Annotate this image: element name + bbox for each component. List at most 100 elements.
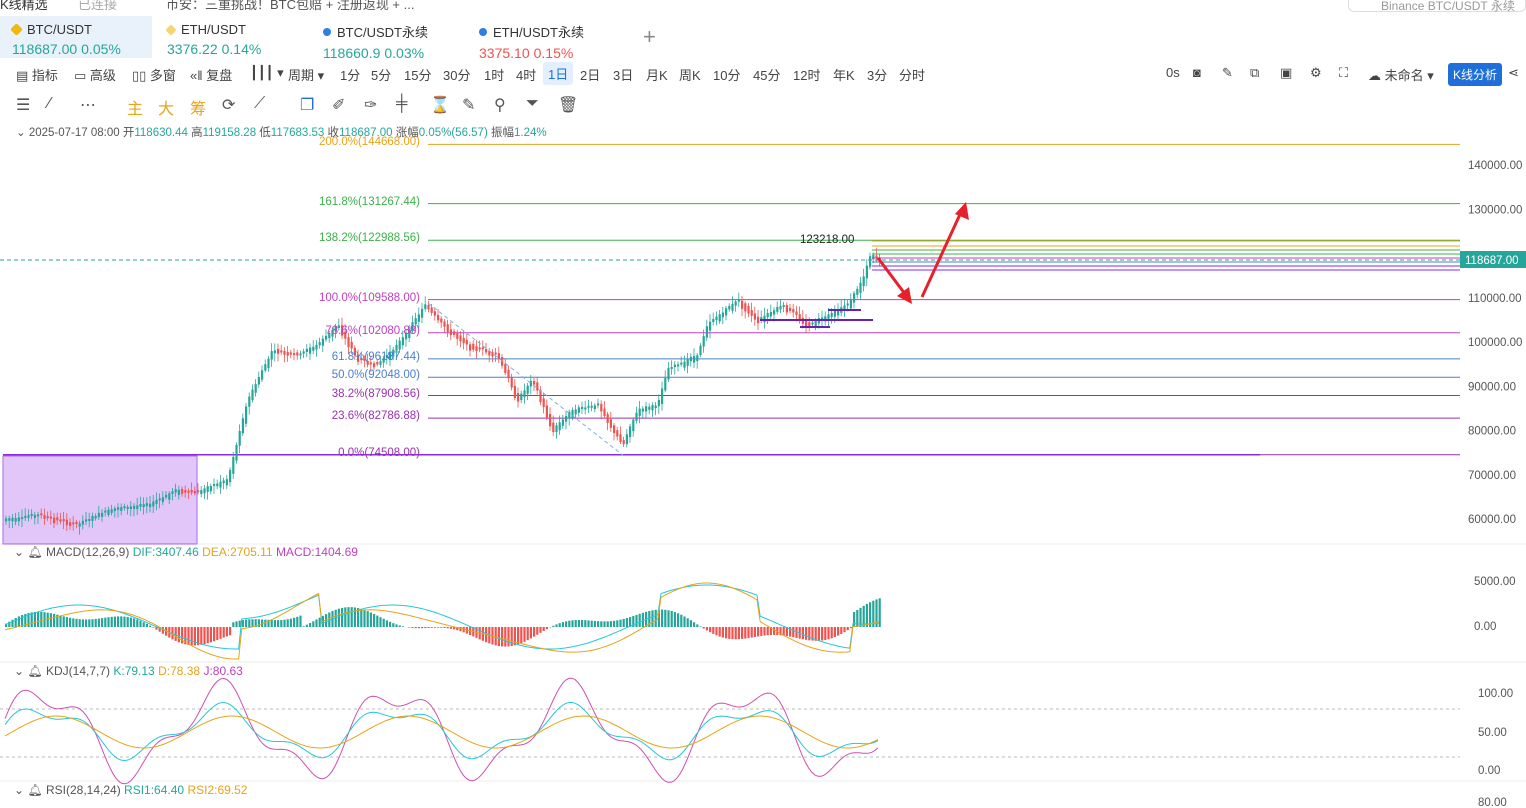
candle[interactable] <box>229 470 232 483</box>
candle[interactable] <box>213 484 216 487</box>
candle[interactable] <box>577 407 580 413</box>
candle[interactable] <box>248 396 251 407</box>
candle[interactable] <box>117 507 120 510</box>
candle[interactable] <box>142 504 145 508</box>
candle[interactable] <box>728 305 731 310</box>
candle[interactable] <box>283 350 286 355</box>
candle[interactable] <box>699 345 702 356</box>
candle[interactable] <box>184 489 187 493</box>
candle[interactable] <box>497 353 500 359</box>
candle[interactable] <box>552 422 555 433</box>
candle[interactable] <box>321 338 324 346</box>
candle[interactable] <box>763 315 766 323</box>
candle[interactable] <box>789 307 792 311</box>
candle[interactable] <box>664 378 667 391</box>
candle[interactable] <box>238 430 241 446</box>
candle[interactable] <box>101 512 104 517</box>
candle[interactable] <box>667 367 670 380</box>
candle[interactable] <box>721 312 724 318</box>
candle[interactable] <box>94 516 97 519</box>
candle[interactable] <box>830 312 833 317</box>
candle[interactable] <box>56 517 59 521</box>
candle[interactable] <box>40 513 43 516</box>
candle[interactable] <box>811 322 814 325</box>
candle[interactable] <box>561 419 564 426</box>
candle[interactable] <box>427 304 430 310</box>
candle[interactable] <box>776 306 779 312</box>
candle[interactable] <box>21 517 24 520</box>
candle[interactable] <box>155 499 158 504</box>
candle[interactable] <box>257 376 260 385</box>
candle[interactable] <box>709 321 712 331</box>
candle[interactable] <box>24 515 27 518</box>
candle[interactable] <box>113 508 116 512</box>
candle[interactable] <box>245 406 248 424</box>
candle[interactable] <box>277 348 280 354</box>
candle[interactable] <box>865 265 868 279</box>
candle[interactable] <box>395 344 398 351</box>
candle[interactable] <box>485 348 488 353</box>
candle[interactable] <box>443 321 446 327</box>
candle[interactable] <box>641 408 644 412</box>
candle[interactable] <box>629 426 632 438</box>
candle[interactable] <box>75 521 78 525</box>
candle[interactable] <box>123 506 126 509</box>
candle[interactable] <box>856 288 859 295</box>
candle[interactable] <box>190 489 193 493</box>
candle[interactable] <box>549 413 552 427</box>
candle[interactable] <box>833 310 836 317</box>
candle[interactable] <box>507 369 510 379</box>
candle[interactable] <box>235 444 238 461</box>
candle[interactable] <box>648 406 651 410</box>
candle[interactable] <box>161 497 164 503</box>
candle[interactable] <box>734 301 737 306</box>
candle[interactable] <box>133 505 136 509</box>
candle[interactable] <box>587 405 590 408</box>
candle[interactable] <box>661 388 664 404</box>
candle[interactable] <box>318 342 321 346</box>
candle[interactable] <box>85 519 88 522</box>
candle[interactable] <box>267 358 270 369</box>
candle[interactable] <box>65 519 68 526</box>
candle[interactable] <box>17 517 20 522</box>
candle[interactable] <box>590 405 593 408</box>
candle[interactable] <box>504 363 507 374</box>
collapse-icon[interactable]: ⌄ <box>14 783 24 797</box>
candle[interactable] <box>264 364 267 371</box>
candle[interactable] <box>616 430 619 437</box>
candle[interactable] <box>872 255 875 260</box>
candle[interactable] <box>638 408 641 416</box>
collapse-icon[interactable]: ⌄ <box>14 664 24 678</box>
candle[interactable] <box>72 522 75 525</box>
candle[interactable] <box>843 305 846 310</box>
collapse-icon[interactable]: ⌄ <box>14 545 24 559</box>
candle[interactable] <box>347 337 350 348</box>
alert-icon[interactable]: 🔔︎ <box>27 783 42 797</box>
candle[interactable] <box>53 517 56 524</box>
candle[interactable] <box>273 350 276 354</box>
candle[interactable] <box>603 408 606 416</box>
candle[interactable] <box>808 322 811 327</box>
candle[interactable] <box>520 393 523 401</box>
candle[interactable] <box>126 506 129 509</box>
candle[interactable] <box>181 488 184 494</box>
candle[interactable] <box>782 304 785 307</box>
candle[interactable] <box>261 370 264 380</box>
candle[interactable] <box>472 343 475 350</box>
candle[interactable] <box>769 311 772 317</box>
candle[interactable] <box>46 516 49 519</box>
price-chart[interactable]: 118687.00 123218.00 140000.00 130000.00 11… <box>0 0 1526 808</box>
candle[interactable] <box>693 356 696 363</box>
candle[interactable] <box>78 523 81 527</box>
candle[interactable] <box>683 361 686 368</box>
candle[interactable] <box>584 407 587 410</box>
candle[interactable] <box>149 503 152 508</box>
candle[interactable] <box>305 348 308 353</box>
candle[interactable] <box>203 488 206 494</box>
candle[interactable] <box>97 512 100 518</box>
candle[interactable] <box>536 382 539 391</box>
candle[interactable] <box>712 319 715 323</box>
candle[interactable] <box>680 362 683 365</box>
candle[interactable] <box>398 340 401 350</box>
candle[interactable] <box>299 353 302 356</box>
